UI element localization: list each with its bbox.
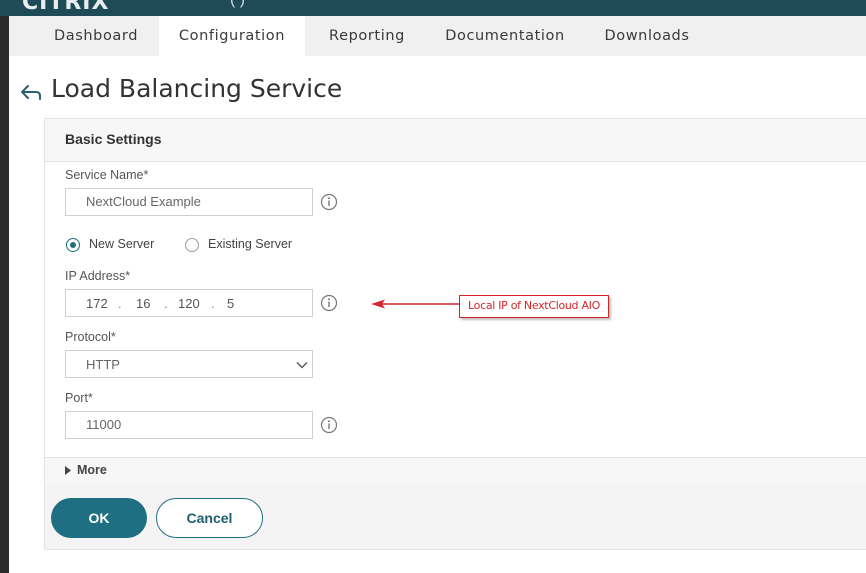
service-name-input[interactable]: [65, 188, 313, 216]
page-title: Load Balancing Service: [51, 74, 343, 103]
info-icon[interactable]: [320, 294, 338, 312]
info-icon[interactable]: [320, 416, 338, 434]
ok-button[interactable]: OK: [51, 498, 147, 538]
protocol-value: HTTP: [86, 357, 120, 372]
brand-logo: CITRIX: [22, 0, 110, 15]
tab-dashboard[interactable]: Dashboard: [29, 16, 163, 56]
new-server-radio[interactable]: [66, 238, 80, 252]
ip-separator: .: [211, 296, 215, 311]
info-icon[interactable]: [320, 193, 338, 211]
back-arrow-icon[interactable]: [19, 80, 43, 104]
tab-configuration[interactable]: Configuration: [159, 16, 305, 56]
service-name-label: Service Name*: [65, 168, 149, 182]
ip-octet-3[interactable]: 120: [178, 296, 200, 311]
ip-octet-2[interactable]: 16: [136, 296, 150, 311]
ip-address-label: IP Address*: [65, 269, 131, 283]
panel-title: Basic Settings: [65, 131, 162, 147]
existing-server-radio[interactable]: [185, 238, 199, 252]
tab-documentation[interactable]: Documentation: [434, 16, 576, 56]
top-bar: CITRIX ( ): [0, 0, 866, 16]
brand-subtitle: ( ): [230, 0, 245, 9]
ip-address-input[interactable]: 172 . 16 . 120 . 5: [65, 289, 313, 317]
port-label: Port*: [65, 391, 93, 405]
tab-downloads[interactable]: Downloads: [594, 16, 700, 56]
chevron-down-icon: [296, 362, 308, 369]
existing-server-label[interactable]: Existing Server: [208, 237, 292, 251]
more-label: More: [77, 463, 107, 477]
protocol-label: Protocol*: [65, 330, 116, 344]
tab-reporting[interactable]: Reporting: [314, 16, 420, 56]
content-area: Load Balancing Service Basic Settings Se…: [9, 56, 866, 573]
panel-footer: OK Cancel: [45, 484, 866, 549]
protocol-select[interactable]: HTTP: [65, 350, 313, 378]
annotation-arrow-icon: [371, 299, 461, 309]
annotation-callout: Local IP of NextCloud AIO: [459, 295, 609, 318]
ip-octet-4[interactable]: 5: [227, 296, 234, 311]
basic-settings-panel: Basic Settings Service Name* New Server …: [44, 118, 866, 550]
cancel-button[interactable]: Cancel: [156, 498, 263, 538]
ip-octet-1[interactable]: 172: [86, 296, 108, 311]
more-toggle[interactable]: More: [45, 457, 866, 485]
port-input[interactable]: [65, 411, 313, 439]
caret-right-icon: [65, 466, 71, 475]
ip-separator: .: [118, 296, 122, 311]
panel-header: Basic Settings: [45, 119, 866, 162]
new-server-label[interactable]: New Server: [89, 237, 154, 251]
ip-separator: .: [164, 296, 168, 311]
main-nav: Dashboard Configuration Reporting Docume…: [9, 16, 866, 56]
